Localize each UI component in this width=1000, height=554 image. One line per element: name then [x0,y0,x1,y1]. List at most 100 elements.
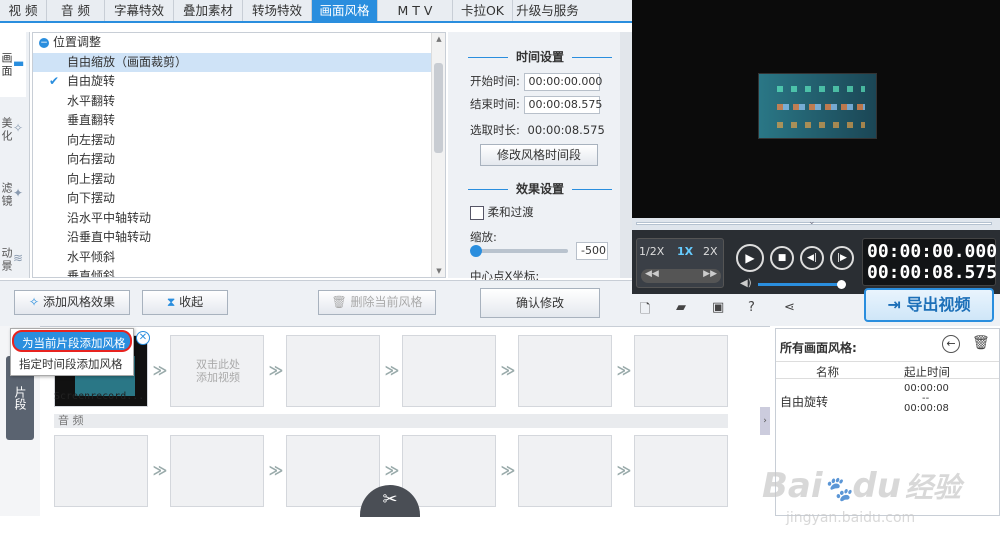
collapse-button[interactable]: ⧗ 收起 [142,290,228,315]
empty-clip-slot[interactable] [634,335,728,407]
transition-arrow-icon[interactable]: ≫ [152,363,168,379]
speed-1x-button[interactable]: 1X [677,245,693,258]
audio-slot[interactable] [170,435,264,507]
list-item[interactable]: 沿水平中轴转动 [33,209,445,229]
delete-trash-icon[interactable]: 🗑 [972,335,990,351]
tab-picture-style[interactable]: 画面风格 [312,0,378,21]
scroll-down-icon[interactable]: ▼ [432,265,445,277]
list-item[interactable]: 水平翻转 [33,92,445,112]
transition-arrow-icon[interactable]: ≫ [500,363,516,379]
zoom-slider-handle[interactable] [470,245,482,257]
empty-clip-slot[interactable] [402,335,496,407]
delete-style-button[interactable]: 🗑 删除当前风格 [318,290,436,315]
start-time-field[interactable]: 00:00:00.000 [523,73,602,91]
audio-slot[interactable] [518,435,612,507]
shuttle-slider[interactable]: ◀◀ ▶▶ [641,269,721,283]
list-scrollbar[interactable]: ▲ ▼ [431,33,445,277]
panel-toggle-arrow[interactable]: › [760,407,770,435]
scroll-up-icon[interactable]: ▲ [432,33,445,45]
list-item[interactable]: 向下摆动 [33,189,445,209]
volume-slider[interactable] [758,280,846,289]
speed-half-button[interactable]: 1/2X [639,245,664,258]
close-icon[interactable]: ✕ [136,331,150,345]
modify-period-button[interactable]: 修改风格时间段 [480,144,598,166]
transition-arrow-icon[interactable]: ≫ [152,463,168,479]
speed-control: 1/2X 1X 2X ◀◀ ▶▶ [636,238,724,288]
tab-overlay[interactable]: 叠加素材 [174,0,243,21]
placeholder-line1: 双击此处 [196,358,240,371]
collapse-label: 收起 [179,295,204,309]
soft-transition-checkbox[interactable] [470,205,484,220]
list-item[interactable]: 水平倾斜 [33,248,445,268]
volume-icon[interactable]: ◀) [740,278,752,289]
play-button[interactable]: ▶ [736,244,764,272]
side-tab-beautify[interactable]: ✧ 美化 [0,97,25,162]
add-style-popup-menu: 为当前片段添加风格 指定时间段添加风格 [10,328,134,376]
open-folder-icon[interactable]: ▰ [676,300,686,315]
tab-audio[interactable]: 音 频 [47,0,105,21]
add-style-to-time-range[interactable]: 指定时间段添加风格 [11,353,133,375]
scroll-thumb[interactable] [434,63,443,153]
empty-clip-slot[interactable] [286,335,380,407]
confirm-modify-button[interactable]: 确认修改 [480,288,600,318]
preview-frame-image [758,73,877,139]
baidu-watermark: Bai🐾du 经验 [762,466,961,506]
end-time-field[interactable]: 00:00:08.575 [523,96,602,114]
zoom-slider[interactable] [470,245,568,257]
prev-frame-button[interactable]: ◀| [800,246,824,270]
list-item[interactable]: 向右摆动 [33,150,445,170]
add-style-to-current-clip[interactable]: 为当前片段添加风格 [12,330,132,352]
transition-arrow-icon[interactable]: ≫ [268,463,284,479]
list-item[interactable]: 自由缩放（画面裁剪） [33,52,445,72]
tab-karaoke[interactable]: 卡拉OK [453,0,513,21]
speed-2x-button[interactable]: 2X [703,245,718,258]
add-style-button[interactable]: ✧ 添加风格效果 [14,290,130,315]
list-item[interactable]: 向左摆动 [33,131,445,151]
zoom-value-field[interactable]: -500 [576,242,608,260]
style-settings-panel: 时间设置 开始时间: 00:00:00.000 结束时间: 00:00:08.5… [448,32,632,283]
save-icon[interactable]: ▣ [712,300,724,315]
collapse-minus-icon[interactable]: − [39,38,49,48]
transition-arrow-icon[interactable]: ≫ [500,463,516,479]
tab-mtv[interactable]: M T V [378,0,453,21]
duration-value: 00:00:08.575 [527,123,605,137]
transition-arrow-icon[interactable]: ≫ [268,363,284,379]
tab-upgrade-service[interactable]: 升级与服务 [513,0,582,21]
export-video-button[interactable]: ⇥ 导出视频 [864,288,994,322]
back-arrow-icon[interactable]: ← [942,335,960,353]
help-icon[interactable]: ? [748,300,755,315]
tab-transition[interactable]: 转场特效 [243,0,312,21]
tab-subtitle-effects[interactable]: 字幕特效 [105,0,174,21]
audio-slot[interactable] [634,435,728,507]
seek-bar[interactable]: ⌄ [632,217,1000,230]
list-item-checked[interactable]: ✔ 自由旋转 [33,72,445,92]
share-icon[interactable]: ⋖ [784,300,795,315]
empty-clip-slot[interactable] [518,335,612,407]
time-settings-title: 时间设置 [448,48,632,65]
list-item[interactable]: 向上摆动 [33,170,445,190]
transition-arrow-icon[interactable]: ≫ [384,363,400,379]
tab-video[interactable]: 视 频 [0,0,47,21]
new-project-icon[interactable]: 🗋 [640,300,650,322]
rewind-icon[interactable]: ◀◀ [645,269,659,279]
list-item[interactable]: 垂直倾斜 [33,267,445,277]
transition-arrow-icon[interactable]: ≫ [616,463,632,479]
collapse-icon: ⧗ [166,295,176,309]
side-tab-picture[interactable]: ▬ 画面 [0,32,27,97]
seek-handle-icon[interactable]: ⌄ [808,217,816,227]
magic-wand-icon: ✧ [13,121,26,135]
fast-forward-icon[interactable]: ▶▶ [703,269,717,279]
audio-slot[interactable] [402,435,496,507]
audio-slot[interactable] [54,435,148,507]
list-group-position[interactable]: − 位置调整 [33,33,445,53]
side-tab-filter[interactable]: ✦ 滤镜 [0,162,25,227]
list-item[interactable]: 垂直翻转 [33,111,445,131]
transition-arrow-icon[interactable]: ≫ [616,363,632,379]
stop-button[interactable]: ■ [770,246,794,270]
transition-arrow-icon[interactable]: ≫ [384,463,400,479]
empty-clip-slot[interactable]: 双击此处 添加视频 [170,335,264,407]
list-item[interactable]: 沿垂直中轴转动 [33,228,445,248]
next-frame-icon: |▶ [837,253,847,263]
settings-scrollbar[interactable] [620,32,632,278]
next-frame-button[interactable]: |▶ [830,246,854,270]
